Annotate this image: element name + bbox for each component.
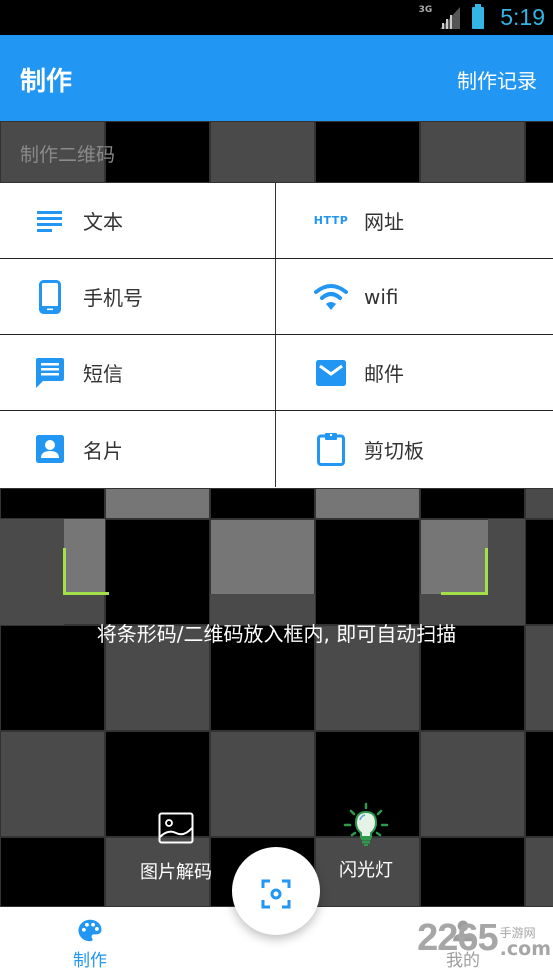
preview-tile	[525, 121, 553, 183]
signal-icon	[440, 6, 461, 29]
mail-icon	[314, 358, 348, 388]
preview-tile	[420, 121, 525, 183]
phone-icon	[35, 279, 65, 314]
tool-label: 图片解码	[140, 862, 212, 883]
preview-tile	[488, 519, 525, 625]
flashlight-button[interactable]: 闪光灯	[330, 802, 402, 882]
preview-tile	[210, 488, 315, 519]
preview-tile	[525, 519, 553, 625]
preview-tile	[420, 731, 525, 837]
create-url-button[interactable]: HTTP 网址	[276, 183, 553, 259]
wifi-icon	[314, 282, 348, 312]
item-label: 名片	[83, 438, 123, 463]
nav-item-create[interactable]: 制作	[0, 907, 180, 971]
preview-tile	[315, 519, 420, 625]
preview-tile	[0, 837, 105, 907]
scan-icon	[261, 879, 291, 909]
preview-tile	[210, 731, 315, 837]
preview-tile	[420, 488, 525, 519]
watermark-domain: .com	[499, 938, 551, 960]
preview-tile	[105, 519, 210, 625]
scan-frame-corner-right	[441, 548, 488, 595]
sms-icon	[35, 357, 65, 388]
palette-icon	[78, 919, 102, 942]
battery-icon	[472, 3, 485, 29]
create-sms-button[interactable]: 短信	[0, 335, 276, 411]
http-icon: HTTP	[313, 214, 349, 227]
image-icon	[158, 812, 194, 844]
scan-hint: 将条形码/二维码放入框内, 即可自动扫描	[96, 622, 457, 646]
preview-tile	[525, 731, 553, 837]
item-label: 剪切板	[364, 438, 424, 463]
history-button[interactable]: 制作记录	[457, 65, 537, 94]
flashlight-bulb-icon	[343, 802, 389, 846]
preview-tile	[525, 837, 553, 907]
preview-tile	[525, 488, 553, 519]
network-type: 3G	[418, 4, 433, 15]
page-title: 制作	[20, 67, 73, 97]
scan-button[interactable]	[232, 847, 320, 935]
create-card-button[interactable]: 名片	[0, 411, 276, 487]
preview-tile	[105, 488, 210, 519]
tool-label: 闪光灯	[339, 860, 393, 881]
clipboard-icon	[314, 433, 348, 466]
item-label: 文本	[83, 210, 123, 234]
item-label: wifi	[364, 284, 399, 309]
preview-tile	[0, 519, 64, 625]
contact-card-icon	[35, 434, 65, 464]
create-phone-button[interactable]: 手机号	[0, 259, 276, 335]
watermark-number: 2265	[417, 917, 499, 959]
preview-tile	[0, 731, 105, 837]
preview-tile	[105, 121, 210, 183]
create-text-button[interactable]: 文本	[0, 183, 276, 259]
item-label: 手机号	[83, 286, 143, 310]
create-clipboard-button[interactable]: 剪切板	[276, 411, 553, 487]
create-mail-button[interactable]: 邮件	[276, 335, 553, 411]
section-label: 制作二维码	[20, 144, 116, 166]
preview-tile	[420, 837, 525, 907]
preview-tile	[315, 121, 420, 183]
item-label: 短信	[83, 362, 123, 386]
create-wifi-button[interactable]: wifi	[276, 259, 553, 335]
item-label: 邮件	[364, 362, 404, 386]
image-decode-button[interactable]: 图片解码	[138, 812, 214, 884]
watermark: 2265 手游网 .com	[417, 917, 551, 960]
text-lines-icon	[35, 206, 65, 236]
create-grid: 文本 HTTP 网址 手机号 wifi 短信 邮件 名片 剪切板	[0, 183, 553, 488]
status-bar: 3G 5:19	[0, 0, 553, 35]
item-label: 网址	[364, 210, 404, 234]
preview-tile	[0, 488, 105, 519]
scan-frame-corner-left	[63, 548, 109, 595]
nav-label: 制作	[73, 951, 107, 971]
clock: 5:19	[500, 4, 545, 30]
preview-tile	[315, 488, 420, 519]
preview-tile	[210, 121, 315, 183]
app-bar: 制作 制作记录	[0, 35, 553, 121]
